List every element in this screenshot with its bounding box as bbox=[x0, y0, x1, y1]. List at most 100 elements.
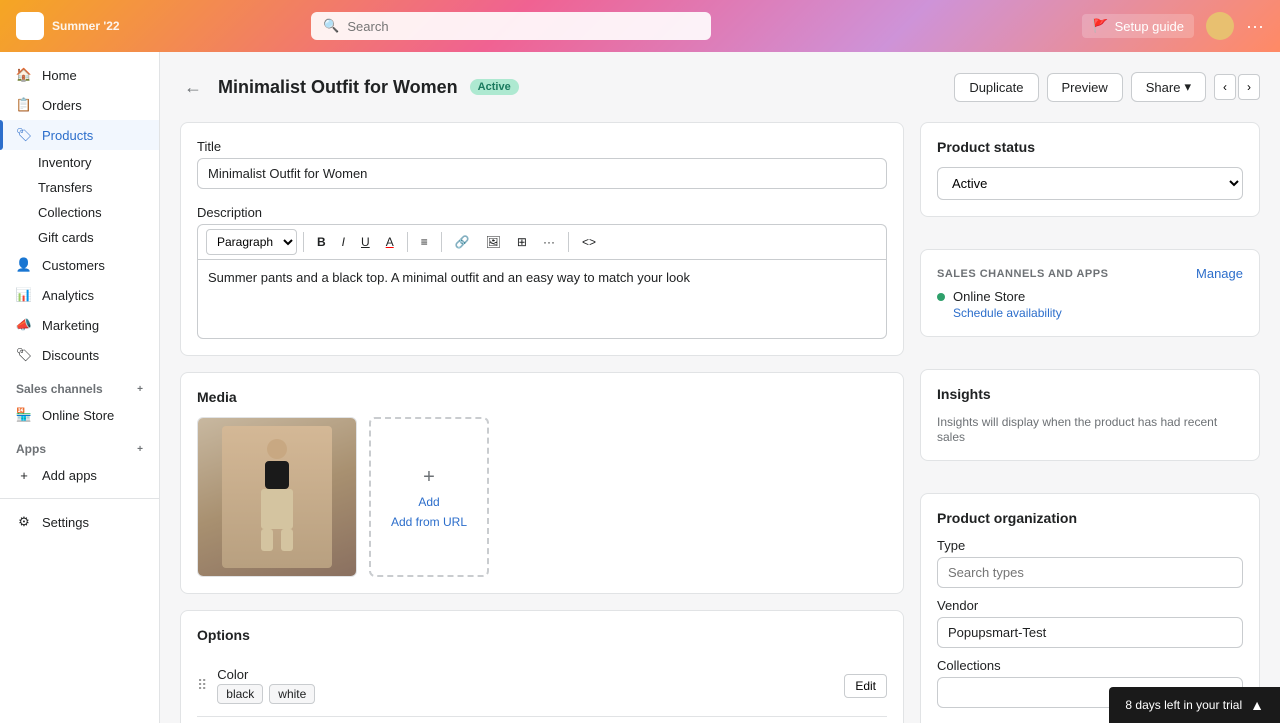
trial-label: 8 days left in your trial bbox=[1125, 698, 1242, 712]
search-icon: 🔍 bbox=[323, 18, 339, 34]
search-bar[interactable]: 🔍 bbox=[311, 12, 711, 40]
color-option-tags: black white bbox=[217, 684, 315, 704]
color-tag-white: white bbox=[269, 684, 315, 704]
main-content: ← Minimalist Outfit for Women Active Dup… bbox=[160, 52, 1280, 723]
products-icon: 🏷 bbox=[16, 127, 32, 143]
sidebar-item-discounts[interactable]: 🏷 Discounts bbox=[0, 340, 159, 370]
color-option-row: ⠿ Color black white Edit bbox=[197, 655, 887, 717]
topbar: 🛍 Summer '22 🔍 🚩 Setup guide ··· bbox=[0, 0, 1280, 52]
status-select[interactable]: Active bbox=[937, 167, 1243, 200]
edit-option-button[interactable]: Edit bbox=[844, 674, 887, 698]
color-tag-black: black bbox=[217, 684, 263, 704]
sidebar-item-add-apps[interactable]: + Add apps bbox=[0, 460, 159, 490]
image-button[interactable]: 🖼 bbox=[479, 229, 508, 255]
add-url-link[interactable]: Add from URL bbox=[391, 515, 467, 529]
media-grid: + Add Add from URL bbox=[197, 417, 887, 577]
sidebar-item-online-store[interactable]: 🏪 Online Store bbox=[0, 400, 159, 430]
sidebar-item-orders[interactable]: 📋 Orders bbox=[0, 90, 159, 120]
sidebar-item-customers[interactable]: 👤 Customers bbox=[0, 250, 159, 280]
sidebar-item-marketing[interactable]: 📣 Marketing bbox=[0, 310, 159, 340]
search-input[interactable] bbox=[347, 19, 699, 34]
duplicate-button[interactable]: Duplicate bbox=[954, 73, 1038, 102]
insights-title: Insights bbox=[937, 386, 1243, 402]
color-option-info: Color black white bbox=[217, 667, 315, 704]
right-panel: Product status Active SALES CHANNELS AND… bbox=[920, 122, 1260, 723]
share-chevron-icon: ▾ bbox=[1184, 79, 1191, 95]
content-grid: Title Description Paragraph B I U A bbox=[180, 122, 1260, 723]
editor-toolbar: Paragraph B I U A ≡ 🔗 🖼 ⊞ bbox=[197, 224, 887, 259]
trial-banner[interactable]: 8 days left in your trial ▲ bbox=[1109, 687, 1280, 723]
options-card: Options ⠿ Color black white Edit bbox=[180, 610, 904, 723]
analytics-icon: 📊 bbox=[16, 287, 32, 303]
store-name: Summer '22 bbox=[52, 19, 120, 33]
color-button[interactable]: A bbox=[379, 229, 401, 255]
sales-channels-header: Sales channels + bbox=[0, 370, 159, 400]
apps-expand-icon[interactable]: + bbox=[137, 444, 143, 455]
sales-channels-card: SALES CHANNELS AND APPS Manage Online St… bbox=[920, 249, 1260, 337]
preview-button[interactable]: Preview bbox=[1047, 73, 1123, 102]
underline-button[interactable]: U bbox=[354, 229, 377, 255]
add-apps-icon: + bbox=[16, 467, 32, 483]
title-label: Title bbox=[197, 139, 887, 154]
customers-icon: 👤 bbox=[16, 257, 32, 273]
schedule-link[interactable]: Schedule availability bbox=[953, 306, 1243, 320]
left-column: Title Description Paragraph B I U A bbox=[180, 122, 904, 723]
shopify-logo: 🛍 bbox=[16, 12, 44, 40]
prev-arrow[interactable]: ‹ bbox=[1214, 74, 1236, 100]
sidebar-subitem-transfers[interactable]: Transfers bbox=[0, 175, 159, 200]
more-menu-icon[interactable]: ··· bbox=[1246, 16, 1264, 37]
product-org-title: Product organization bbox=[937, 510, 1243, 526]
expand-icon[interactable]: + bbox=[137, 384, 143, 395]
align-button[interactable]: ≡ bbox=[414, 229, 435, 255]
bold-button[interactable]: B bbox=[310, 229, 333, 255]
online-dot bbox=[937, 293, 945, 301]
vendor-input[interactable] bbox=[937, 617, 1243, 648]
home-icon: 🏠 bbox=[16, 67, 32, 83]
insights-card: Insights Insights will display when the … bbox=[920, 369, 1260, 461]
settings-icon: ⚙ bbox=[16, 514, 32, 530]
color-option-label: Color bbox=[217, 667, 315, 682]
sidebar-subitem-inventory[interactable]: Inventory bbox=[0, 150, 159, 175]
media-title: Media bbox=[197, 389, 887, 405]
trial-arrow: ▲ bbox=[1250, 697, 1264, 713]
page-title: Minimalist Outfit for Women bbox=[218, 77, 458, 98]
logo-area: 🛍 Summer '22 bbox=[16, 12, 120, 40]
sidebar-item-analytics[interactable]: 📊 Analytics bbox=[0, 280, 159, 310]
sidebar-subitem-gift-cards[interactable]: Gift cards bbox=[0, 225, 159, 250]
sales-channels-manage-link[interactable]: Manage bbox=[1196, 266, 1243, 281]
code-button[interactable]: <> bbox=[575, 229, 603, 255]
italic-button[interactable]: I bbox=[335, 229, 352, 255]
media-card: Media bbox=[180, 372, 904, 594]
add-option-button[interactable]: + Add another option bbox=[197, 717, 320, 723]
title-card: Title Description Paragraph B I U A bbox=[180, 122, 904, 356]
insights-description: Insights will display when the product h… bbox=[937, 415, 1217, 444]
title-input[interactable] bbox=[197, 158, 887, 189]
online-store-row: Online Store bbox=[937, 289, 1243, 304]
product-status-title: Product status bbox=[937, 139, 1243, 155]
topbar-right: 🚩 Setup guide ··· bbox=[1082, 12, 1264, 40]
share-button[interactable]: Share ▾ bbox=[1131, 72, 1206, 102]
type-input[interactable] bbox=[937, 557, 1243, 588]
online-store-label: Online Store bbox=[953, 289, 1025, 304]
description-editor[interactable]: Summer pants and a black top. A minimal … bbox=[197, 259, 887, 339]
sidebar-item-products[interactable]: 🏷 Products bbox=[0, 120, 159, 150]
link-button[interactable]: 🔗 bbox=[448, 229, 477, 255]
sidebar-item-home[interactable]: 🏠 Home bbox=[0, 60, 159, 90]
format-select[interactable]: Paragraph bbox=[206, 229, 297, 255]
toolbar-sep-4 bbox=[568, 232, 569, 252]
collections-label: Collections bbox=[937, 658, 1243, 673]
setup-guide-button[interactable]: 🚩 Setup guide bbox=[1082, 14, 1194, 38]
orders-icon: 📋 bbox=[16, 97, 32, 113]
page-header: ← Minimalist Outfit for Women Active Dup… bbox=[180, 72, 1260, 102]
sidebar-item-settings[interactable]: ⚙ Settings bbox=[0, 507, 159, 537]
add-media-link[interactable]: Add bbox=[418, 495, 439, 509]
drag-handle-icon[interactable]: ⠿ bbox=[197, 677, 207, 694]
flag-icon: 🚩 bbox=[1092, 18, 1108, 34]
media-upload-button[interactable]: + Add Add from URL bbox=[369, 417, 489, 577]
sidebar-subitem-collections[interactable]: Collections bbox=[0, 200, 159, 225]
more-button[interactable]: ··· bbox=[536, 229, 562, 255]
table-button[interactable]: ⊞ bbox=[510, 229, 534, 255]
next-arrow[interactable]: › bbox=[1238, 74, 1260, 100]
avatar[interactable] bbox=[1206, 12, 1234, 40]
back-button[interactable]: ← bbox=[180, 73, 206, 102]
